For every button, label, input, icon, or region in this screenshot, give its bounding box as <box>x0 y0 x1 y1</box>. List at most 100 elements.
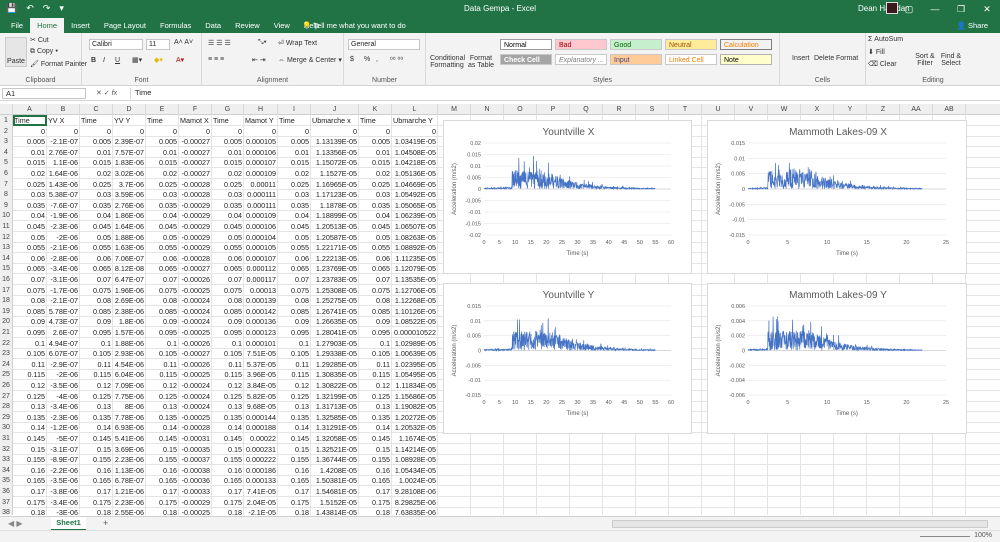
cell[interactable]: -1.2E-06 <box>47 422 80 434</box>
cell[interactable]: 0 <box>179 125 212 137</box>
cell[interactable]: -2.9E-07 <box>47 358 80 370</box>
cell[interactable]: 7.63835E-06 <box>392 507 438 515</box>
cell[interactable]: -1.9E-06 <box>47 210 80 222</box>
cell[interactable]: 0.055 <box>212 242 244 254</box>
cell[interactable]: -0.00029 <box>179 242 212 254</box>
cell[interactable]: 7.09E-06 <box>113 380 146 391</box>
cell[interactable] <box>504 475 537 487</box>
cell[interactable]: 0.09 <box>212 316 244 328</box>
cell[interactable]: 0.000123 <box>244 327 278 338</box>
cell[interactable]: -0.00025 <box>179 369 212 381</box>
cell[interactable]: -5E-07 <box>47 433 80 444</box>
cell[interactable] <box>702 443 735 455</box>
cell[interactable]: 1.20587E-05 <box>311 231 359 243</box>
cell[interactable]: 0.000222 <box>244 454 278 466</box>
cell[interactable]: 3.7E-06 <box>113 178 146 190</box>
cell[interactable]: 0.1 <box>146 337 179 349</box>
cell[interactable]: 0.000107 <box>244 252 278 264</box>
cell[interactable]: -3.1E-07 <box>47 443 80 455</box>
cell[interactable]: Ubmarche Y <box>392 115 438 126</box>
cell[interactable]: 0.055 <box>146 242 179 254</box>
row-header[interactable]: 34 <box>0 464 13 476</box>
cell[interactable] <box>570 507 603 515</box>
cell[interactable]: 1.06507E-05 <box>392 221 438 232</box>
cell[interactable]: 0.145 <box>212 433 244 444</box>
cell[interactable]: -2.3E-06 <box>47 221 80 232</box>
cell[interactable]: 0.000111 <box>244 189 278 201</box>
cell[interactable]: 0.01 <box>146 146 179 158</box>
cell[interactable]: 0.000139 <box>244 295 278 307</box>
cell[interactable]: Time <box>212 115 244 126</box>
cell[interactable]: 0.055 <box>13 242 47 254</box>
cell[interactable] <box>801 464 834 476</box>
tab-file[interactable]: File <box>4 18 30 33</box>
cell[interactable]: 0.155 <box>212 454 244 466</box>
font-grow-shrink[interactable]: A˄ A˅ <box>174 39 193 46</box>
cell[interactable]: 1.19082E-05 <box>392 401 438 413</box>
cell[interactable] <box>933 507 966 515</box>
cell[interactable] <box>570 443 603 455</box>
cell[interactable]: 0.135 <box>80 411 113 423</box>
cell[interactable]: 0.035 <box>13 199 47 211</box>
tab-review[interactable]: Review <box>228 18 267 33</box>
cell[interactable]: -3.4E-06 <box>47 263 80 275</box>
cell[interactable]: 0.09 <box>13 316 47 328</box>
column-header-b[interactable]: B <box>47 104 80 115</box>
cell[interactable]: 0.095 <box>212 327 244 338</box>
cell[interactable]: Mamot Y <box>244 115 278 126</box>
cell[interactable] <box>900 475 933 487</box>
cell[interactable]: 0.025 <box>13 178 47 190</box>
cell[interactable]: -2.1E-07 <box>47 295 80 307</box>
column-header-r[interactable]: R <box>603 104 636 115</box>
cell[interactable] <box>537 464 570 476</box>
cell-style-explanatory[interactable]: Explanatory ... <box>555 54 607 65</box>
cell[interactable]: 5.38E-07 <box>47 189 80 201</box>
cell[interactable] <box>834 464 867 476</box>
cell[interactable]: -3.4E-06 <box>47 401 80 413</box>
cell[interactable]: 0.065 <box>278 263 311 275</box>
cell[interactable]: 2.04E-05 <box>244 496 278 508</box>
cell[interactable] <box>603 486 636 497</box>
cell[interactable]: 0.11 <box>80 358 113 370</box>
column-header-k[interactable]: K <box>359 104 392 115</box>
cell[interactable] <box>933 486 966 497</box>
cell[interactable]: 0.115 <box>146 369 179 381</box>
cell[interactable]: 0.055 <box>278 242 311 254</box>
cell[interactable]: 1.03419E-05 <box>392 136 438 148</box>
cell[interactable]: 0.09 <box>146 316 179 328</box>
cell[interactable]: 0.165 <box>13 475 47 487</box>
cell[interactable]: 2.55E-06 <box>113 507 146 515</box>
cell[interactable]: 7.51E-05 <box>244 348 278 360</box>
cell[interactable]: 0.16 <box>359 464 392 476</box>
cell[interactable] <box>768 443 801 455</box>
maximize-button[interactable]: ❐ <box>948 0 974 18</box>
cell[interactable] <box>735 475 768 487</box>
cell[interactable]: 0.05 <box>359 231 392 243</box>
cell[interactable] <box>438 454 471 466</box>
cell[interactable]: 0.05 <box>278 231 311 243</box>
cell[interactable]: 0.09 <box>80 316 113 328</box>
cell[interactable] <box>702 507 735 515</box>
cell[interactable]: 1.08263E-05 <box>392 231 438 243</box>
row-header[interactable]: 16 <box>0 274 13 285</box>
row-header[interactable]: 22 <box>0 337 13 349</box>
cell[interactable]: 0.165 <box>278 475 311 487</box>
cell[interactable]: 1.64E-06 <box>47 168 80 179</box>
tab-formulas[interactable]: Formulas <box>153 18 198 33</box>
cell[interactable]: 0.005 <box>146 136 179 148</box>
cell[interactable]: 1.05495E-05 <box>392 369 438 381</box>
cell[interactable]: 0.015 <box>278 157 311 169</box>
cell[interactable]: 1.00639E-05 <box>392 348 438 360</box>
ribbon-display-icon[interactable]: ▢ <box>896 0 922 18</box>
cell[interactable]: 2.23E-06 <box>113 454 146 466</box>
cell[interactable]: 0.025 <box>146 178 179 190</box>
format-cells-button[interactable]: Format <box>836 55 858 62</box>
cell[interactable]: 1.11834E-05 <box>392 380 438 391</box>
cell[interactable]: 5.37E-05 <box>244 358 278 370</box>
cell[interactable] <box>900 507 933 515</box>
cell[interactable]: 0 <box>212 125 244 137</box>
cell[interactable]: 0.11 <box>146 358 179 370</box>
cell[interactable]: 0.095 <box>80 327 113 338</box>
cell[interactable]: -0.00038 <box>179 464 212 476</box>
column-header-v[interactable]: V <box>735 104 768 115</box>
